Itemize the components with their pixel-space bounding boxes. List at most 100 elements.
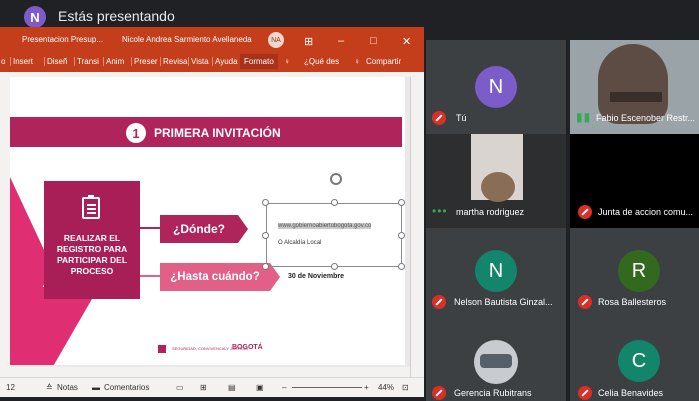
mic-off-icon (578, 205, 592, 219)
participant-video (610, 92, 662, 102)
step-number: 1 (126, 123, 146, 143)
slide[interactable]: 1 PRIMERA INVITACIÓN REALIZAR EL REGISTR… (10, 77, 405, 365)
clipboard-icon (82, 195, 100, 219)
zoom-slider[interactable] (292, 387, 362, 388)
close-button[interactable]: ✕ (402, 35, 411, 48)
resize-handle[interactable] (262, 263, 269, 270)
meet-top-bar: N Estás presentando (0, 0, 699, 30)
bullet-website[interactable]: www.gobiernoabiertobogota.gov.co (278, 223, 372, 229)
ribbon-display-icon[interactable]: ⊞ (304, 35, 313, 48)
tab-transiciones[interactable]: Transi (74, 57, 99, 66)
register-box[interactable]: REALIZAR EL REGISTRO PARA PARTICIPAR DEL… (44, 181, 140, 299)
maximize-button[interactable]: □ (370, 35, 377, 47)
participant-tile[interactable]: C Celia Benavides (570, 322, 699, 401)
participant-tile[interactable]: ••• martha rodriguez (426, 134, 566, 228)
participant-name: Fabio Escenober Restr... (596, 113, 696, 123)
participant-tile[interactable]: Junta de accion comu... (570, 134, 699, 228)
presenting-title: Estás presentando (58, 8, 175, 24)
ribbon-tabs: o Insert Diseñ Transi Anim Preser Revisa… (0, 52, 424, 72)
resize-handle[interactable] (331, 199, 338, 206)
comments-icon[interactable]: ▬ (92, 383, 100, 392)
fit-slide-icon[interactable]: ⊡ (402, 383, 409, 392)
zoom-in-icon[interactable]: + (364, 383, 369, 392)
mic-off-icon (578, 386, 592, 400)
comments-button[interactable]: Comentarios (104, 383, 149, 392)
tell-me-search[interactable]: ¿Qué des (304, 57, 339, 66)
tab-ayuda[interactable]: Ayuda (212, 57, 238, 66)
mic-off-icon (578, 295, 592, 309)
deadline-date: 30 de Noviembre (288, 273, 345, 280)
participant-avatar: N (475, 66, 517, 108)
sorter-view-icon[interactable]: ⊞ (200, 383, 207, 392)
notes-button[interactable]: Notas (57, 383, 78, 392)
participant-tile[interactable]: N Nelson Bautista Ginzal... (426, 228, 566, 322)
rotate-handle[interactable] (330, 173, 342, 185)
participant-avatar: N (475, 250, 517, 292)
slide-number: 12 (6, 383, 15, 392)
participant-name: Tú (456, 113, 467, 123)
lightbulb-icon: ♀ (284, 57, 290, 66)
footer-brand: BOGOTÁ (232, 344, 263, 351)
until-when-label[interactable]: ¿Hasta cuándo? (160, 263, 270, 291)
tab-formato[interactable]: Formato (240, 54, 278, 69)
participant-name: Rosa Ballesteros (598, 297, 667, 307)
user-avatar[interactable]: NA (268, 32, 284, 48)
share-icon: ♀ (354, 57, 360, 66)
user-name: Nicole Andrea Sarmiento Avellaneda (122, 35, 252, 44)
until-when-arrow (270, 263, 280, 291)
bullet-alcaldia[interactable]: O Alcaldía Local (278, 240, 321, 246)
resize-handle[interactable] (398, 232, 405, 239)
participant-avatar (480, 354, 512, 368)
participant-tile[interactable]: R Rosa Ballesteros (570, 228, 699, 322)
participant-avatar: C (618, 340, 660, 382)
mic-off-icon (432, 386, 446, 400)
participant-tile[interactable]: Gerencia Rubitrans (426, 322, 566, 401)
ppt-title-bar: Presentacion Presup... Nicole Andrea Sar… (0, 27, 424, 52)
resize-handle[interactable] (331, 263, 338, 270)
selected-textbox[interactable] (266, 203, 402, 267)
resize-handle[interactable] (262, 232, 269, 239)
speaking-indicator: ▮▮ (576, 110, 592, 124)
participant-name: martha rodriguez (456, 207, 525, 217)
powerpoint-window: Presentacion Presup... Nicole Andrea Sar… (0, 27, 424, 397)
vertical-scrollbar[interactable] (410, 77, 424, 387)
tab-insertar[interactable]: Insert (10, 57, 33, 66)
slide-canvas: 1 PRIMERA INVITACIÓN REALIZAR EL REGISTR… (10, 77, 410, 367)
tab-vista[interactable]: Vista (188, 57, 209, 66)
participant-video (598, 44, 668, 124)
participant-avatar: R (618, 250, 660, 292)
participant-tile[interactable]: N Tú (426, 40, 566, 134)
zoom-out-icon[interactable]: – (282, 383, 286, 392)
resize-handle[interactable] (262, 199, 269, 206)
seal-icon (158, 345, 166, 353)
reading-view-icon[interactable]: ▤ (228, 383, 236, 392)
mic-off-icon (432, 295, 446, 309)
slideshow-icon[interactable]: ▣ (256, 383, 264, 392)
tab-revisar[interactable]: Revisa (160, 57, 187, 66)
minimize-button[interactable]: – (338, 35, 344, 47)
register-text: REALIZAR EL REGISTRO PARA PARTICIPAR DEL… (56, 233, 128, 276)
tab-presentacion[interactable]: Preser (131, 57, 158, 66)
participant-name: Gerencia Rubitrans (454, 388, 532, 398)
status-bar: 12 ≙ Notas ▬ Comentarios ▭ ⊞ ▤ ▣ – + 44%… (0, 377, 424, 397)
tab-diseno[interactable]: Diseñ (44, 57, 67, 66)
participant-name: Celia Benavides (598, 388, 664, 398)
where-arrow (238, 215, 248, 243)
share-button[interactable]: Compartir (366, 57, 401, 66)
where-label[interactable]: ¿Dónde? (160, 215, 238, 243)
tab-animaciones[interactable]: Anim (103, 57, 124, 66)
resize-handle[interactable] (398, 199, 405, 206)
notes-icon[interactable]: ≙ (46, 383, 53, 392)
participant-tile[interactable]: ▮▮ Fabio Escenober Restr... (570, 40, 699, 134)
connector-line (140, 275, 160, 277)
file-name: Presentacion Presup... (22, 35, 103, 44)
normal-view-icon[interactable]: ▭ (176, 383, 184, 392)
mic-off-icon (432, 111, 446, 125)
tab-inicio[interactable]: o (1, 57, 5, 66)
participant-name: Junta de accion comu... (598, 207, 694, 217)
zoom-level[interactable]: 44% (378, 383, 394, 392)
presenter-avatar: N (24, 6, 46, 28)
speaking-indicator: ••• (432, 204, 448, 218)
resize-handle[interactable] (398, 263, 405, 270)
participant-video (481, 172, 515, 202)
